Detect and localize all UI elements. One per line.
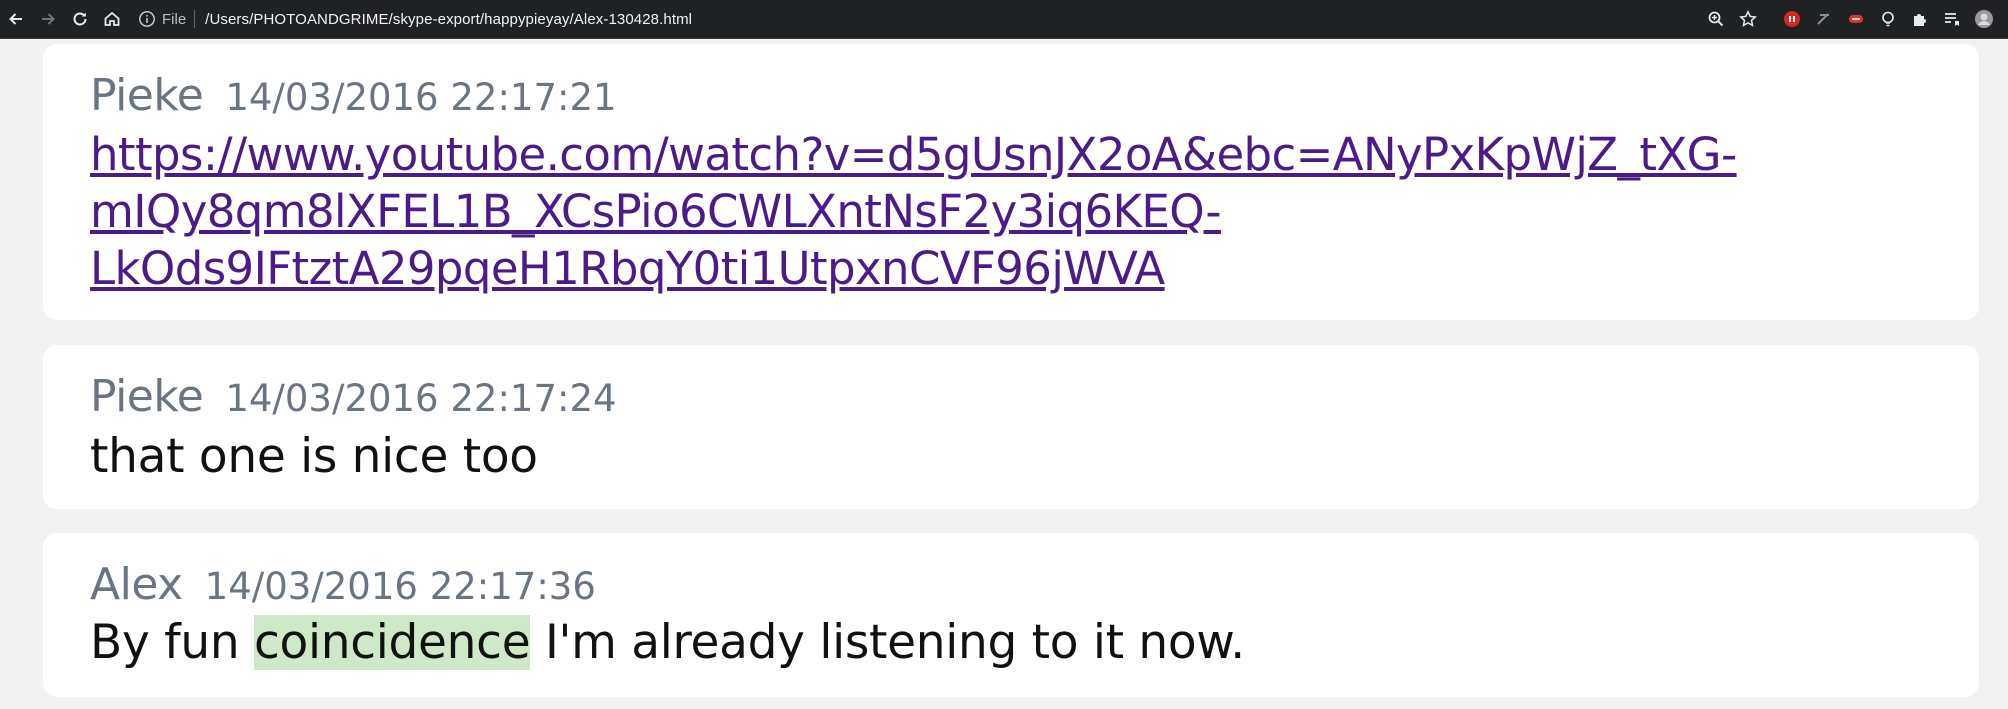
extension-pen-icon[interactable]: [1808, 0, 1840, 38]
url-scheme-label: File: [162, 10, 187, 28]
address-separator: [194, 10, 196, 28]
toolbar-divider: [0, 38, 2008, 39]
browser-toolbar: File /Users/PHOTOANDGRIME/skype-export/h…: [0, 0, 2008, 38]
message-card: Pieke 14/03/2016 22:17:21 https://www.you…: [43, 44, 1979, 320]
star-icon[interactable]: [1732, 0, 1764, 38]
profile-avatar[interactable]: [1968, 0, 2000, 38]
message-author: Alex: [90, 559, 183, 610]
search-highlight: coincidence: [253, 615, 531, 670]
extension-red2-icon[interactable]: [1840, 0, 1872, 38]
message-text-part: I'm already listening to it now.: [530, 615, 1245, 670]
message-text-part: By fun: [90, 615, 254, 670]
toolbar-actions: [1700, 0, 2000, 38]
message-author: Pieke: [90, 371, 204, 422]
back-icon[interactable]: [0, 0, 32, 38]
message-timestamp: 14/03/2016 22:17:21: [225, 76, 617, 119]
extension-red-icon[interactable]: [1776, 0, 1808, 38]
zoom-icon[interactable]: [1700, 0, 1732, 38]
reading-list-icon[interactable]: [1936, 0, 1968, 38]
message-author: Pieke: [90, 70, 204, 121]
message-header: Pieke 14/03/2016 22:17:24: [90, 371, 617, 422]
home-icon[interactable]: [96, 0, 128, 38]
message-card: Alex 14/03/2016 22:17:36 By fun coinciden…: [43, 533, 1979, 697]
message-timestamp: 14/03/2016 22:17:36: [204, 565, 596, 608]
message-text: By fun coincidence I'm already listening…: [90, 615, 1245, 670]
puzzle-icon[interactable]: [1904, 0, 1936, 38]
url-text[interactable]: /Users/PHOTOANDGRIME/skype-export/happyp…: [205, 11, 692, 28]
reload-icon[interactable]: [64, 0, 96, 38]
address-bar[interactable]: File /Users/PHOTOANDGRIME/skype-export/h…: [132, 0, 1700, 38]
forward-icon[interactable]: [32, 0, 64, 38]
message-link-line[interactable]: https://www.youtube.com/watch?v=d5gUsnJX…: [90, 126, 1737, 183]
message-card: Pieke 14/03/2016 22:17:24 that one is nic…: [43, 345, 1979, 509]
message-header: Pieke 14/03/2016 22:17:21: [90, 70, 617, 121]
message-link[interactable]: https://www.youtube.com/watch?v=d5gUsnJX…: [90, 126, 1737, 297]
message-header: Alex 14/03/2016 22:17:36: [90, 559, 596, 610]
info-icon[interactable]: [138, 10, 156, 28]
message-link-line[interactable]: LkOds9IFtztA29pqeH1RbqY0ti1UtpxnCVF96jWV…: [90, 240, 1737, 297]
message-link-line[interactable]: mIQy8qm8lXFEL1B_XCsPio6CWLXntNsF2y3iq6KE…: [90, 183, 1737, 240]
message-timestamp: 14/03/2016 22:17:24: [225, 377, 617, 420]
lightbulb-icon[interactable]: [1872, 0, 1904, 38]
message-text: that one is nice too: [90, 429, 538, 484]
